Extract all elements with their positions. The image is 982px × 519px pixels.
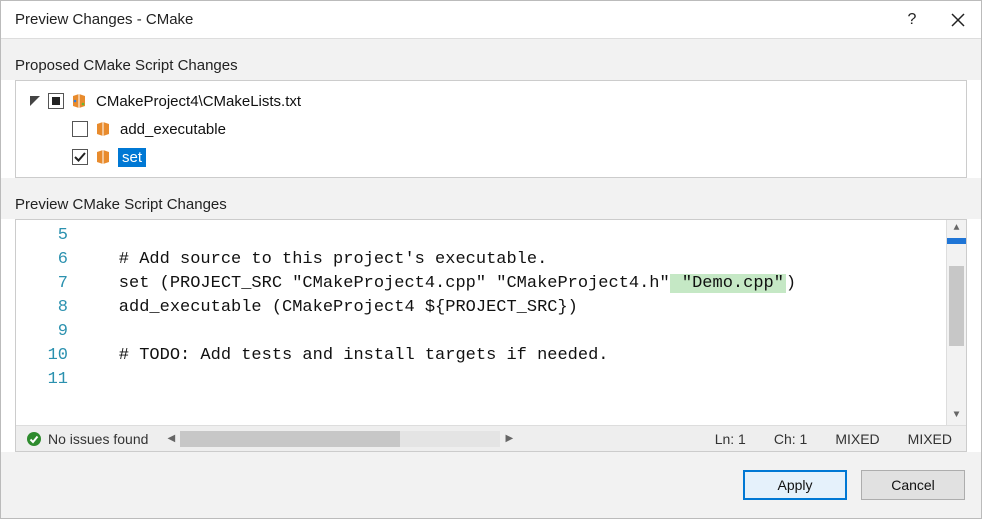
issues-indicator[interactable]: No issues found [16, 431, 158, 447]
code-line: # TODO: Add tests and install targets if… [78, 344, 946, 368]
code-line: # Add source to this project's executabl… [78, 248, 946, 272]
checkbox-indeterminate[interactable] [48, 93, 64, 109]
code-area: # Add source to this project's executabl… [78, 220, 946, 425]
scroll-right-arrow[interactable]: ▶ [500, 433, 518, 444]
added-text: "Demo.cpp" [670, 274, 786, 293]
tree-item-set[interactable]: set [16, 143, 966, 171]
scroll-marker [947, 238, 966, 244]
scroll-left-arrow[interactable]: ◀ [162, 433, 180, 444]
proposed-changes-heading: Proposed CMake Script Changes [1, 39, 981, 80]
code-line [78, 224, 946, 248]
help-button[interactable]: ? [889, 1, 935, 39]
hscroll-thumb[interactable] [180, 431, 400, 447]
close-button[interactable] [935, 1, 981, 39]
code-line: add_executable (CMakeProject4 ${PROJECT_… [78, 296, 946, 320]
tree-root-row[interactable]: CMakeProject4\CMakeLists.txt [16, 87, 966, 115]
cmake-node-icon [94, 148, 112, 166]
cursor-line: Ln: 1 [701, 431, 760, 447]
line-number: 7 [16, 272, 68, 296]
editor-statusbar: No issues found ◀ ▶ Ln: 1 Ch: 1 MIXED MI… [16, 425, 966, 451]
line-number: 5 [16, 224, 68, 248]
code-line [78, 368, 946, 392]
preview-heading: Preview CMake Script Changes [1, 188, 981, 219]
checkbox-unchecked[interactable] [72, 121, 88, 137]
issues-text: No issues found [48, 431, 148, 447]
lineend-mode: MIXED [894, 431, 966, 447]
tree-root-label: CMakeProject4\CMakeLists.txt [94, 93, 303, 110]
changes-tree: CMakeProject4\CMakeLists.txt add_executa… [15, 80, 967, 178]
line-number: 10 [16, 344, 68, 368]
cmake-node-icon [94, 120, 112, 138]
vertical-scrollbar[interactable]: ▲ ▼ [946, 220, 966, 425]
window-controls: ? [889, 1, 981, 39]
scroll-track[interactable] [947, 238, 966, 407]
line-number: 6 [16, 248, 68, 272]
apply-button[interactable]: Apply [743, 470, 847, 500]
encoding-mode: MIXED [821, 431, 893, 447]
titlebar: Preview Changes - CMake ? [1, 1, 981, 39]
dialog-buttons: Apply Cancel [1, 452, 981, 518]
code-line [78, 320, 946, 344]
horizontal-scrollbar[interactable]: ◀ ▶ [158, 431, 700, 447]
line-number: 11 [16, 368, 68, 392]
scroll-down-arrow[interactable]: ▼ [947, 407, 966, 425]
scroll-up-arrow[interactable]: ▲ [947, 220, 966, 238]
cursor-col: Ch: 1 [760, 431, 821, 447]
cmake-file-icon [70, 92, 88, 110]
tree-item-label: set [118, 148, 146, 167]
hscroll-track[interactable] [180, 431, 500, 447]
code-line: set (PROJECT_SRC "CMakeProject4.cpp" "CM… [78, 272, 946, 296]
check-circle-icon [26, 431, 42, 447]
tree-item-add-executable[interactable]: add_executable [16, 115, 966, 143]
preview-editor: 567891011 # Add source to this project's… [15, 219, 967, 452]
line-number: 8 [16, 296, 68, 320]
scroll-thumb[interactable] [949, 266, 964, 346]
close-icon [951, 13, 965, 27]
cancel-button[interactable]: Cancel [861, 470, 965, 500]
checkbox-checked[interactable] [72, 149, 88, 165]
window-title: Preview Changes - CMake [15, 11, 193, 28]
tree-item-label: add_executable [118, 121, 228, 138]
collapse-icon[interactable] [28, 94, 42, 108]
line-gutter: 567891011 [16, 220, 78, 425]
line-number: 9 [16, 320, 68, 344]
code-editor[interactable]: 567891011 # Add source to this project's… [16, 220, 966, 425]
